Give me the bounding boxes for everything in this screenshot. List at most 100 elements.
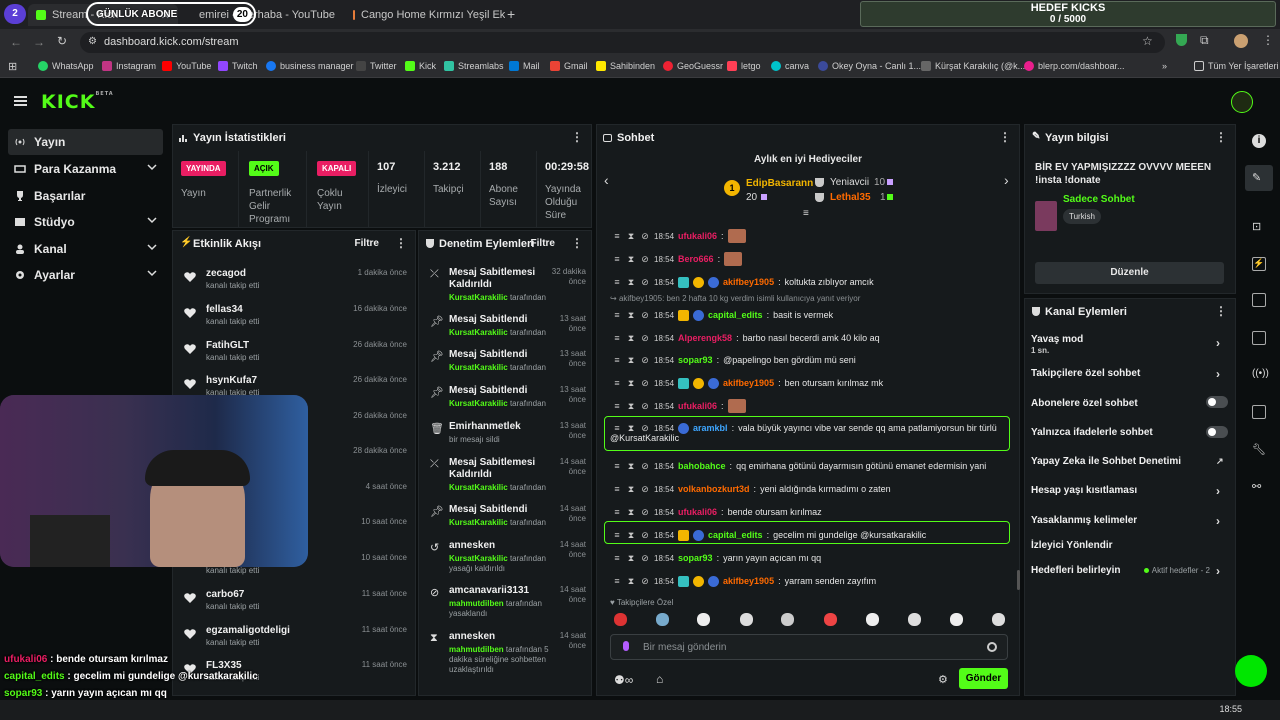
activity-menu-icon[interactable]: ⋮: [395, 237, 407, 249]
bookmark-instagram[interactable]: Instagram: [102, 61, 156, 71]
moderator-name[interactable]: KursatKarakilic: [449, 518, 508, 527]
channel-action-row[interactable]: Yalnızca ifadelerle sohbet: [1031, 426, 1228, 443]
bookmark-sahibinden[interactable]: Sahibinden: [596, 61, 655, 71]
collapse-icon[interactable]: ≡: [803, 208, 809, 219]
chat-settings-icon[interactable]: ⚙: [938, 673, 948, 686]
moderation-row[interactable]: ⧗ annesken mahmutdilben tarafından 5 dakik…: [426, 631, 586, 674]
chat-menu-icon[interactable]: ⋮: [999, 131, 1011, 143]
moderation-row[interactable]: 🗑︎ Emirhanmetlek bir mesajı sildi 13 saat ö…: [426, 421, 586, 461]
ban-icon[interactable]: ⊘: [640, 576, 650, 587]
emote-icon[interactable]: [866, 613, 879, 626]
store-icon[interactable]: ⌂: [656, 672, 663, 686]
emote-icon[interactable]: [781, 613, 794, 626]
chat-message[interactable]: ≡ ⧗ ⊘ 18:54 sopar93: yarın yayın açıcan mı qq: [612, 551, 1012, 565]
moderator-name[interactable]: KursatKarakilic: [449, 483, 508, 492]
ban-icon[interactable]: ⊘: [640, 401, 650, 412]
bookmark-blerp[interactable]: blerp.com/dashboar...: [1024, 61, 1125, 71]
bookmark-youtube[interactable]: YouTube: [162, 61, 211, 71]
gifter-name[interactable]: Yeniavcii: [830, 177, 869, 188]
timeout-icon[interactable]: ⧗: [626, 484, 636, 495]
pin-action-icon[interactable]: ≡: [612, 507, 622, 517]
activity-row[interactable]: zecagod kanalı takip etti 1 dakika önce: [182, 264, 407, 300]
sidebar-item-basarilar[interactable]: Başarılar: [8, 183, 163, 209]
moderation-row[interactable]: ⊘ amcanavarii3131 mahmutdilben tarafından …: [426, 585, 586, 625]
wrench-icon[interactable]: 🔧︎: [1252, 443, 1266, 457]
chevron-right-icon[interactable]: ›: [1216, 485, 1226, 497]
moderator-name[interactable]: KursatKarakilic: [449, 363, 508, 372]
emote-icon[interactable]: [908, 613, 921, 626]
layers-icon[interactable]: [1252, 405, 1266, 419]
emote-icon[interactable]: [697, 613, 710, 626]
activity-row[interactable]: carbo67 kanalı takip etti 11 saat önce: [182, 585, 407, 621]
activity-row[interactable]: egzamaligotdeligi kanalı takip etti 11 saa…: [182, 621, 407, 657]
chat-username[interactable]: bahobahce: [678, 461, 726, 471]
forward-icon[interactable]: →: [33, 35, 45, 49]
emote-icon[interactable]: [740, 613, 753, 626]
chevron-right-icon[interactable]: ›: [1216, 368, 1226, 380]
timeout-icon[interactable]: ⧗: [626, 333, 636, 344]
chat-username[interactable]: capital_edits: [708, 530, 763, 540]
channel-action-row[interactable]: Hesap yaşı kısıtlaması ›: [1031, 485, 1226, 501]
ban-icon[interactable]: ⊘: [640, 378, 650, 389]
chevron-right-icon[interactable]: ›: [1004, 172, 1009, 188]
pin-action-icon[interactable]: ≡: [612, 423, 622, 433]
new-tab-button[interactable]: +: [507, 6, 515, 22]
ban-icon[interactable]: ⊘: [640, 310, 650, 321]
chat-scrollbar[interactable]: [1017, 570, 1020, 590]
chat-username[interactable]: Bero666: [678, 254, 714, 264]
ban-icon[interactable]: ⊘: [640, 423, 650, 434]
tab-cango[interactable]: Cango Home Kırmızı Yeşil Ekos ✕: [345, 4, 505, 26]
moderation-row[interactable]: 📌︎ Mesaj Sabitlendi KursatKarakilic tarafı…: [426, 349, 586, 389]
chat-username[interactable]: akifbey1905: [723, 277, 774, 287]
more-bookmarks[interactable]: »: [1162, 61, 1167, 71]
timeout-icon[interactable]: ⧗: [626, 355, 636, 366]
mic-icon[interactable]: [623, 641, 629, 651]
moderator-name[interactable]: KursatKarakilic: [449, 399, 508, 408]
toggle-switch[interactable]: [1206, 396, 1228, 408]
pin-action-icon[interactable]: ≡: [612, 461, 622, 471]
hamburger-menu-icon[interactable]: [14, 96, 27, 106]
chat-message[interactable]: ≡ ⧗ ⊘ 18:54 capital_edits: gecelim mi gundeli…: [612, 528, 1012, 542]
chat-message[interactable]: ≡ ⧗ ⊘ 18:54 ufukali06:: [612, 229, 1012, 243]
chat-username[interactable]: volkanbozkurt3d: [678, 484, 750, 494]
pin-action-icon[interactable]: ≡: [612, 484, 622, 494]
emote-icon[interactable]: [824, 613, 837, 626]
channel-action-row[interactable]: İzleyici Yönlendir: [1031, 540, 1226, 556]
timeout-icon[interactable]: ⧗: [626, 401, 636, 412]
avatar[interactable]: [1234, 34, 1248, 48]
browser-menu-icon[interactable]: ⋮: [1262, 33, 1274, 47]
chat-username[interactable]: capital_edits: [708, 310, 763, 320]
activity-row[interactable]: FatihGLT kanalı takip etti 26 dakika önce: [182, 336, 407, 372]
moderation-row[interactable]: ⤫ Mesaj Sabitlemesi Kaldırıldı KursatKarak…: [426, 457, 586, 497]
extensions-icon[interactable]: ⧉: [1200, 33, 1209, 48]
bookmark-streamlabs[interactable]: Streamlabs: [444, 61, 504, 71]
emoji-icon[interactable]: [987, 642, 997, 652]
moderator-name[interactable]: KursatKarakilic: [449, 328, 508, 337]
bookmark-all[interactable]: Tüm Yer İşaretleri: [1194, 61, 1279, 71]
channel-action-row[interactable]: Abonelere özel sohbet: [1031, 396, 1228, 414]
help-fab-button[interactable]: [1235, 655, 1267, 687]
send-button[interactable]: Gönder: [959, 668, 1008, 689]
pin-action-icon[interactable]: ≡: [612, 530, 622, 540]
channel-action-row[interactable]: Yasaklanmış kelimeler ›: [1031, 515, 1226, 531]
emote-icon[interactable]: [656, 613, 669, 626]
chat-username[interactable]: akifbey1905: [723, 576, 774, 586]
timeout-icon[interactable]: ⧗: [626, 423, 636, 434]
url-input[interactable]: dashboard.kick.com/stream: [80, 32, 1165, 53]
ban-icon[interactable]: ⊘: [640, 484, 650, 495]
external-link-icon[interactable]: ↗: [1216, 456, 1226, 466]
timeout-icon[interactable]: ⧗: [626, 576, 636, 587]
bookmark-canva[interactable]: canva: [771, 61, 809, 71]
document-icon[interactable]: [1252, 293, 1266, 307]
pin-action-icon[interactable]: ≡: [612, 378, 622, 388]
timeout-icon[interactable]: ⧗: [626, 277, 636, 288]
chevron-right-icon[interactable]: ›: [1216, 515, 1226, 527]
bookmark-letgo[interactable]: letgo: [727, 61, 761, 71]
profile-badge[interactable]: 2: [4, 4, 26, 24]
sidebar-item-studyo[interactable]: Stüdyo: [8, 209, 163, 235]
chat-input[interactable]: Bir mesaj gönderin: [610, 634, 1008, 660]
lightning-icon[interactable]: ⚡: [1252, 257, 1266, 271]
chat-bubble-icon[interactable]: [1252, 331, 1266, 345]
moderation-row[interactable]: ↺ annesken KursatKarakilic tarafından yasa…: [426, 540, 586, 580]
bookmark-twitter[interactable]: Twitter: [356, 61, 397, 71]
